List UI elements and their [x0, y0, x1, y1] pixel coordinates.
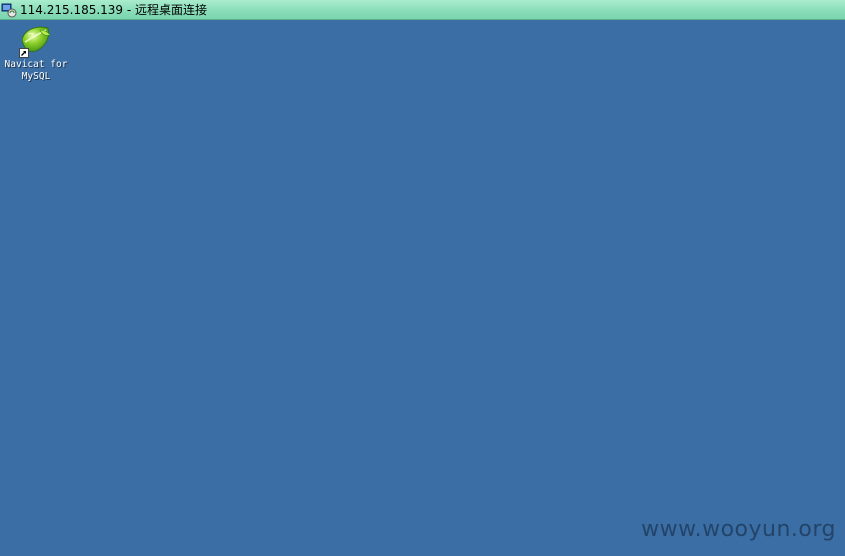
- window-title: 114.215.185.139 - 远程桌面连接: [20, 3, 208, 17]
- navicat-leaf-icon[interactable]: [18, 24, 54, 58]
- watermark-text: www.wooyun.org: [641, 517, 836, 542]
- shortcut-arrow-icon: [19, 48, 29, 58]
- window-title-bar[interactable]: 114.215.185.139 - 远程桌面连接: [0, 0, 845, 20]
- desktop-shortcut-navicat[interactable]: Navicat for MySQL: [0, 24, 72, 83]
- desktop-shortcut-label[interactable]: Navicat for MySQL: [0, 59, 72, 83]
- remote-desktop-screen: 114.215.185.139 - 远程桌面连接 Navicat for MyS…: [0, 0, 845, 556]
- remote-desktop-icon[interactable]: [1, 2, 17, 18]
- desktop[interactable]: Navicat for MySQL www.wooyun.org: [0, 20, 845, 556]
- shortcut-label-line1: Navicat for: [4, 59, 68, 70]
- shortcut-label-line2: MySQL: [21, 71, 51, 82]
